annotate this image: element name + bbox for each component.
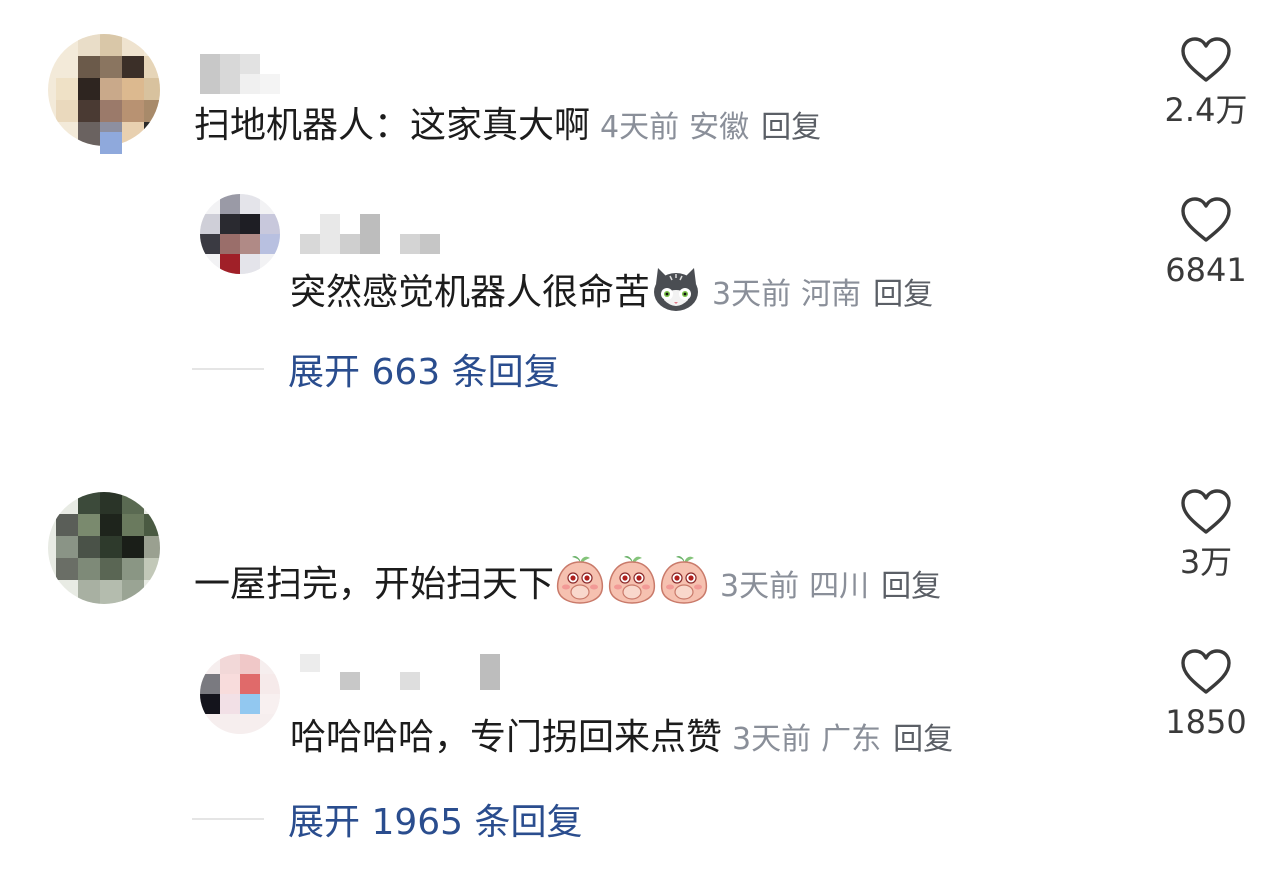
heart-icon xyxy=(1181,37,1231,82)
comment-content: 扫地机器人：这家真大啊 xyxy=(194,105,591,146)
expand-replies[interactable]: 展开 663 条回复 xyxy=(192,346,560,393)
reply-avatar[interactable] xyxy=(200,654,280,734)
reply-content: 突然感觉机器人很命苦 xyxy=(290,272,651,313)
comment-time: 3天前 xyxy=(720,569,800,604)
heart-icon xyxy=(1181,649,1231,694)
reply-content: 哈哈哈哈，专门拐回来点赞 xyxy=(290,717,723,758)
comment-text[interactable]: 一屋扫完，开始扫天下 3天前 四川 回复 xyxy=(194,554,941,615)
like-count: 2.4万 xyxy=(1164,91,1248,129)
comment-location: 四川 xyxy=(809,569,870,604)
expand-replies-label: 展开 1965 条回复 xyxy=(288,802,583,843)
reply-username[interactable] xyxy=(300,214,440,254)
cat-emoji xyxy=(650,266,702,323)
reply-text[interactable]: 突然感觉机器人很命苦 3天前 河南 回复 xyxy=(290,266,933,323)
reply-button[interactable]: 回复 xyxy=(873,277,933,312)
reply-text[interactable]: 哈哈哈哈，专门拐回来点赞 3天前 广东 回复 xyxy=(290,716,953,762)
comment-content: 一屋扫完，开始扫天下 xyxy=(194,564,555,605)
like-count: 1850 xyxy=(1165,703,1247,741)
expand-replies[interactable]: 展开 1965 条回复 xyxy=(192,796,583,843)
reply-time: 3天前 xyxy=(732,722,812,757)
like-button[interactable]: 3万 xyxy=(1156,488,1256,582)
comment-text[interactable]: 扫地机器人：这家真大啊 4天前 安徽 回复 xyxy=(194,104,821,150)
avatar[interactable] xyxy=(48,492,160,604)
reply-time: 3天前 xyxy=(712,277,792,312)
username[interactable] xyxy=(200,54,280,94)
like-count: 6841 xyxy=(1165,251,1247,289)
reply-location: 广东 xyxy=(821,722,882,757)
comment-time: 4天前 xyxy=(600,110,680,145)
reply-button[interactable]: 回复 xyxy=(761,110,821,145)
reply-button[interactable]: 回复 xyxy=(881,569,941,604)
divider xyxy=(192,818,264,820)
comment-location: 安徽 xyxy=(689,110,750,145)
heart-icon xyxy=(1181,197,1231,242)
heart-icon xyxy=(1181,489,1231,534)
divider xyxy=(192,368,264,370)
peach-covering-mouth-emoji xyxy=(554,554,710,615)
reply-location: 河南 xyxy=(801,277,862,312)
like-button[interactable]: 2.4万 xyxy=(1156,36,1256,130)
reply-like-button[interactable]: 1850 xyxy=(1156,648,1256,742)
reply-like-button[interactable]: 6841 xyxy=(1156,196,1256,290)
reply-username[interactable] xyxy=(300,654,500,690)
expand-replies-label: 展开 663 条回复 xyxy=(288,352,560,393)
avatar[interactable] xyxy=(48,34,160,146)
reply-avatar[interactable] xyxy=(200,194,280,274)
reply-button[interactable]: 回复 xyxy=(893,722,953,757)
like-count: 3万 xyxy=(1179,543,1233,581)
avatar-decoration xyxy=(100,132,122,154)
